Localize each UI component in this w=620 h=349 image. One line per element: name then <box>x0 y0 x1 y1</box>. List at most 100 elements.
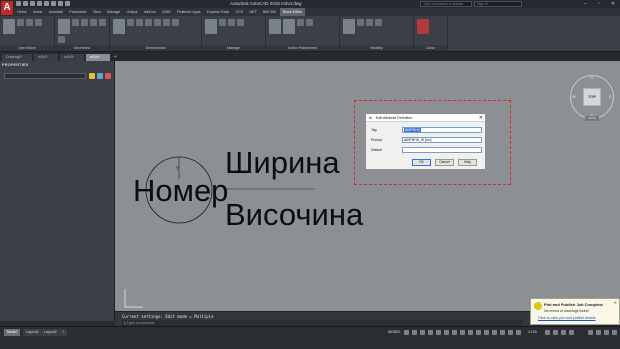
attr-height-text[interactable]: Височина <box>225 197 364 232</box>
plot-icon[interactable] <box>44 1 49 6</box>
viewcube-east[interactable]: E <box>609 94 612 99</box>
delete-constraints-icon[interactable] <box>237 19 244 26</box>
tab-add-ins[interactable]: Add-ins <box>141 8 160 16</box>
close-block-editor-icon[interactable] <box>417 19 429 34</box>
auto-scale-icon[interactable] <box>508 330 513 335</box>
ortho-icon[interactable] <box>420 330 425 335</box>
point-parameter-icon[interactable] <box>269 19 281 34</box>
edit-block-icon[interactable] <box>17 19 24 26</box>
diameter-dim-icon[interactable] <box>154 19 161 26</box>
menu-icon[interactable] <box>612 330 617 335</box>
panel-label[interactable]: Action Parameters <box>266 45 339 51</box>
object-type-select[interactable] <box>4 73 86 79</box>
new-icon[interactable] <box>16 1 21 6</box>
workspace-icon[interactable] <box>65 1 70 6</box>
auto-constrain-icon[interactable] <box>58 19 70 34</box>
angular-dim-icon[interactable] <box>136 19 143 26</box>
tab-view[interactable]: View <box>90 8 104 16</box>
transparency-icon[interactable] <box>460 330 465 335</box>
maximize-button[interactable]: ▫ <box>592 0 606 8</box>
tab-block-editor[interactable]: Block Editor <box>279 8 306 16</box>
annotation-scale[interactable]: 1:100 <box>528 330 537 334</box>
tab-bim-360[interactable]: BIM 360 <box>260 8 280 16</box>
search-input[interactable]: Type a keyword or phrase <box>420 1 472 7</box>
drawing-area[interactable]: Номер Ширина Височина Y TOP N S E W WCS <box>115 61 620 311</box>
attribute-icon[interactable] <box>306 19 313 26</box>
parameters-manager-icon[interactable] <box>205 19 217 34</box>
attribute-definition-icon[interactable] <box>228 19 235 26</box>
panel-label[interactable]: Dimensional <box>110 45 201 51</box>
dynamic-ucs-icon[interactable] <box>484 330 489 335</box>
wcs-menu[interactable]: WCS <box>585 116 599 121</box>
viewcube-west[interactable]: W <box>572 94 576 99</box>
model-space-button[interactable]: MODEL <box>388 330 401 334</box>
block-table-small-icon[interactable] <box>297 19 304 26</box>
otrack-icon[interactable] <box>444 330 449 335</box>
document-tab[interactable]: m3v2* <box>34 54 59 61</box>
tab-output[interactable]: Output <box>123 8 140 16</box>
tab-model[interactable]: Model <box>4 329 20 336</box>
open-icon[interactable] <box>23 1 28 6</box>
panel-label[interactable]: Close <box>414 45 447 51</box>
grid-icon[interactable] <box>404 330 409 335</box>
tab-featured-apps[interactable]: Featured Apps <box>174 8 204 16</box>
parallel-icon[interactable] <box>90 19 97 26</box>
settings-icon[interactable] <box>545 330 550 335</box>
viewcube-top-face[interactable]: TOP <box>583 88 601 106</box>
new-document-button[interactable]: + <box>112 54 119 61</box>
polar-icon[interactable] <box>428 330 433 335</box>
test-block-icon[interactable] <box>26 19 33 26</box>
toggle-pickadd-icon[interactable] <box>89 73 95 79</box>
minimize-button[interactable]: – <box>578 0 592 8</box>
clean-screen-icon[interactable] <box>569 330 574 335</box>
tab-net[interactable]: NET <box>246 8 260 16</box>
hardware-acceleration-icon[interactable] <box>561 330 566 335</box>
move-action-icon[interactable] <box>283 19 295 34</box>
document-tab[interactable]: m3v4* <box>86 54 110 61</box>
viewcube[interactable]: TOP N S E W <box>570 75 614 119</box>
coincident-icon[interactable] <box>72 19 79 26</box>
selection-cycling-icon[interactable] <box>468 330 473 335</box>
select-objects-icon[interactable] <box>97 73 103 79</box>
default-input[interactable] <box>402 147 482 153</box>
tab-manage[interactable]: Manage <box>104 8 123 16</box>
notification-link[interactable]: Click to view plot and publish details <box>538 316 596 320</box>
panel-label[interactable]: Open/Save <box>0 45 54 51</box>
add-layout-button[interactable]: + <box>59 329 68 336</box>
annotation-icon[interactable] <box>492 330 497 335</box>
close-icon[interactable]: ✕ <box>614 300 617 305</box>
tab-annotate[interactable]: Annotate <box>45 8 66 16</box>
document-tab[interactable]: m3v3* <box>60 54 84 61</box>
tab-parametric[interactable]: Parametric <box>66 8 90 16</box>
save-block-icon[interactable] <box>3 19 15 34</box>
visibility-mode-icon[interactable] <box>375 19 382 26</box>
panel-label[interactable]: Manage <box>202 45 265 51</box>
panel-label[interactable]: Geometric <box>55 45 109 51</box>
communication-icon[interactable] <box>596 330 601 335</box>
hide-icon[interactable] <box>366 19 373 26</box>
save-icon[interactable] <box>30 1 35 6</box>
cancel-button[interactable]: Cancel <box>435 159 454 166</box>
visibility-states-icon[interactable] <box>343 19 355 34</box>
tag-input[interactable]: ШИРИНА <box>402 127 482 133</box>
tab-home[interactable]: Home <box>14 8 30 16</box>
tab-layout2[interactable]: Layout2 <box>41 329 60 336</box>
viewcube-north[interactable]: N <box>590 75 593 80</box>
snap-icon[interactable] <box>412 330 417 335</box>
authoring-palettes-icon[interactable] <box>219 19 226 26</box>
prompt-input[interactable]: ШИРИНА_W [cm] <box>402 137 482 143</box>
help-button[interactable]: Help <box>458 159 477 166</box>
plot-status-icon[interactable] <box>588 330 593 335</box>
tangent-icon[interactable] <box>58 36 65 43</box>
tab-insert[interactable]: Insert <box>30 8 45 16</box>
linear-dim-icon[interactable] <box>113 19 125 34</box>
close-window-button[interactable]: ✕ <box>606 0 620 8</box>
osnap-icon[interactable] <box>436 330 441 335</box>
quick-select-icon[interactable] <box>105 73 111 79</box>
panel-label[interactable]: Visibility <box>340 45 413 51</box>
attr-width-text[interactable]: Ширина <box>225 145 340 180</box>
plot-notification[interactable]: Plot and Publish Job Complete No errors … <box>530 298 620 325</box>
collinear-icon[interactable] <box>81 19 88 26</box>
convert-icon[interactable] <box>163 19 170 26</box>
document-tab[interactable]: Drawing1* <box>2 54 33 61</box>
